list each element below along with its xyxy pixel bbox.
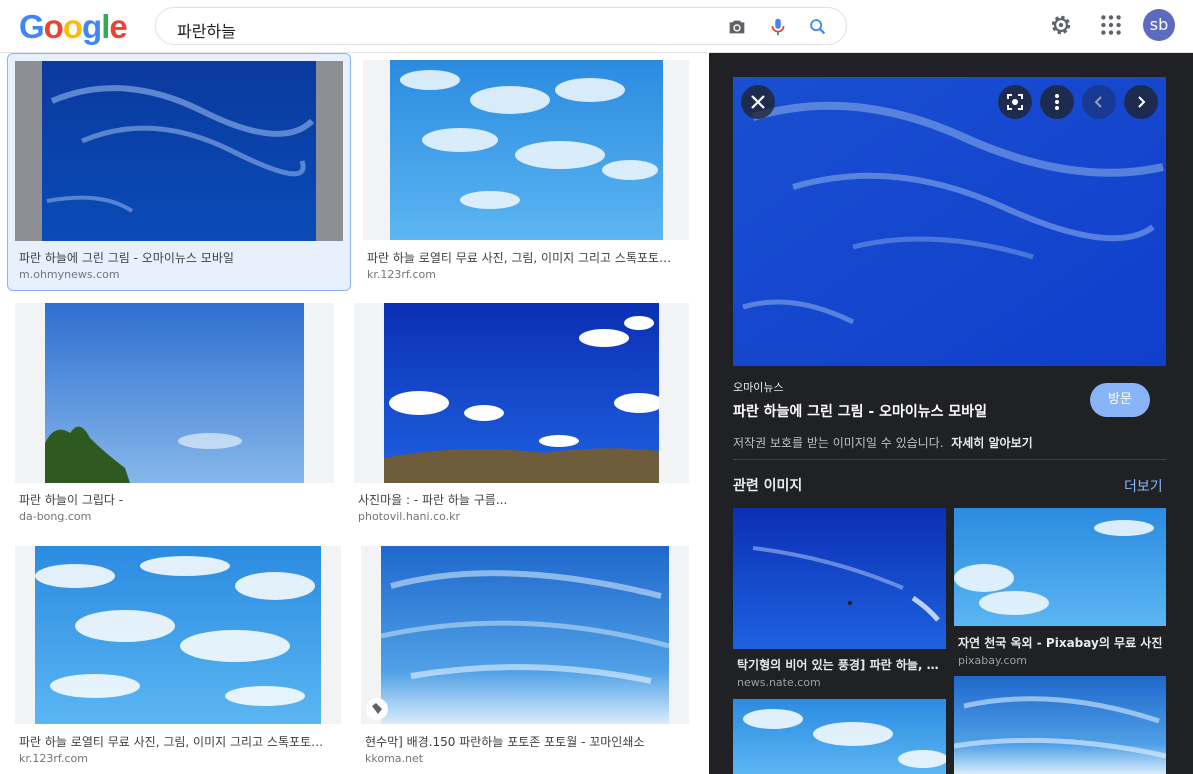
chevron-right-icon bbox=[1138, 96, 1146, 108]
divider bbox=[733, 459, 1166, 460]
related-image-4[interactable] bbox=[954, 676, 1166, 774]
search-icon[interactable] bbox=[807, 16, 829, 38]
lens-button[interactable] bbox=[998, 85, 1032, 119]
result-card-4[interactable]: 사진마을 : - 파란 하늘 구름... photovil.hani.co.kr bbox=[354, 303, 689, 525]
related-thumbnail[interactable] bbox=[954, 508, 1166, 626]
result-title[interactable]: 사진마을 : - 파란 하늘 구름... bbox=[358, 491, 688, 508]
related-thumbnail[interactable] bbox=[954, 676, 1166, 774]
result-source: kr.123rf.com bbox=[367, 268, 436, 281]
gear-icon[interactable] bbox=[1048, 12, 1074, 38]
sky-image bbox=[42, 61, 316, 241]
google-lens-icon bbox=[1007, 94, 1023, 110]
account-avatar[interactable]: sb bbox=[1143, 9, 1175, 41]
related-images-heading: 관련 이미지 bbox=[733, 478, 803, 494]
sky-image bbox=[381, 546, 669, 724]
sky-image bbox=[390, 60, 663, 240]
more-options-button[interactable] bbox=[1040, 85, 1074, 119]
preview-title[interactable]: 파란 하늘에 그린 그림 - 오마이뉴스 모바일 bbox=[733, 401, 987, 421]
search-box[interactable]: 파란하늘 bbox=[155, 7, 847, 45]
related-image-3[interactable] bbox=[733, 699, 946, 774]
result-card-1[interactable]: 파란 하늘에 그린 그림 - 오마이뉴스 모바일 m.ohmynews.com bbox=[7, 53, 351, 291]
result-thumbnail[interactable] bbox=[15, 61, 343, 241]
result-card-5[interactable]: 파란 하늘 로열티 무료 사진, 그림, 이미지 그리고 스톡포토그래피. Im… bbox=[15, 546, 341, 768]
sky-image bbox=[35, 546, 321, 724]
result-title[interactable]: 파란 하늘이 그립다 - bbox=[19, 491, 329, 508]
related-thumbnail[interactable] bbox=[733, 508, 946, 649]
related-image-2[interactable]: 자연 천국 옥외 - Pixabay의 무료 사진 pixabay.com bbox=[954, 508, 1166, 673]
result-title[interactable]: 파란 하늘 로열티 무료 사진, 그림, 이미지 그리고 스톡포토그래피. Im… bbox=[367, 249, 681, 266]
result-title[interactable]: 파란 하늘에 그린 그림 - 오마이뉴스 모바일 bbox=[19, 249, 343, 266]
related-title[interactable]: 탁기형의 비어 있는 풍경] 파란 하늘, 새 한 마리 bbox=[737, 656, 945, 673]
source-site-name[interactable]: 오마이뉴스 bbox=[733, 379, 784, 395]
close-icon bbox=[751, 95, 765, 109]
camera-icon[interactable] bbox=[726, 16, 748, 38]
result-thumbnail[interactable] bbox=[354, 303, 689, 483]
result-card-2[interactable]: 파란 하늘 로열티 무료 사진, 그림, 이미지 그리고 스톡포토그래피. Im… bbox=[363, 60, 689, 288]
result-title[interactable]: 파란 하늘 로열티 무료 사진, 그림, 이미지 그리고 스톡포토그래피. Im… bbox=[19, 733, 329, 750]
result-thumbnail[interactable] bbox=[15, 303, 334, 483]
related-image-1[interactable]: 탁기형의 비어 있는 풍경] 파란 하늘, 새 한 마리 news.nate.c… bbox=[733, 508, 946, 693]
apps-grid-icon[interactable] bbox=[1098, 12, 1124, 38]
result-source: photovil.hani.co.kr bbox=[358, 510, 461, 523]
copyright-notice: 저작권 보호를 받는 이미지일 수 있습니다. 자세히 알아보기 bbox=[733, 434, 1033, 451]
result-card-6[interactable]: 현수막] 배경.150 파란하늘 포토존 포토월 - 꼬마인쇄소 kkoma.n… bbox=[361, 546, 689, 768]
result-source: da-bong.com bbox=[19, 510, 92, 523]
tag-icon[interactable] bbox=[366, 698, 388, 720]
result-source: m.ohmynews.com bbox=[19, 268, 120, 281]
previous-button[interactable] bbox=[1082, 85, 1116, 119]
related-source: news.nate.com bbox=[737, 676, 821, 689]
copyright-text: 저작권 보호를 받는 이미지일 수 있습니다. bbox=[733, 436, 944, 450]
top-bar: Google 파란하늘 sb bbox=[0, 0, 1193, 53]
related-source: pixabay.com bbox=[958, 654, 1027, 667]
google-logo[interactable]: Google bbox=[19, 8, 128, 46]
learn-more-link[interactable]: 자세히 알아보기 bbox=[951, 436, 1032, 450]
result-thumbnail[interactable] bbox=[15, 546, 341, 724]
result-title[interactable]: 현수막] 배경.150 파란하늘 포토존 포토월 - 꼬마인쇄소 bbox=[365, 733, 685, 750]
related-title[interactable]: 자연 천국 옥외 - Pixabay의 무료 사진 bbox=[958, 634, 1164, 651]
next-button[interactable] bbox=[1124, 85, 1158, 119]
result-card-3[interactable]: 파란 하늘이 그립다 - da-bong.com bbox=[15, 303, 334, 525]
result-source: kr.123rf.com bbox=[19, 752, 88, 765]
sky-image bbox=[45, 303, 304, 483]
search-input[interactable]: 파란하늘 bbox=[177, 18, 236, 42]
chevron-left-icon bbox=[1094, 96, 1102, 108]
close-button[interactable] bbox=[741, 85, 775, 119]
related-thumbnail[interactable] bbox=[733, 699, 946, 774]
image-preview-panel: 오마이뉴스 파란 하늘에 그린 그림 - 오마이뉴스 모바일 방문 저작권 보호… bbox=[709, 53, 1193, 774]
sky-image bbox=[384, 303, 659, 483]
microphone-icon[interactable] bbox=[767, 16, 789, 38]
more-vert-icon bbox=[1055, 94, 1059, 110]
more-link[interactable]: 더보기 bbox=[1124, 476, 1163, 496]
preview-image[interactable] bbox=[733, 77, 1166, 366]
result-source: kkoma.net bbox=[365, 752, 424, 765]
result-thumbnail[interactable] bbox=[363, 60, 689, 240]
visit-button[interactable]: 방문 bbox=[1090, 383, 1150, 417]
result-thumbnail[interactable] bbox=[361, 546, 689, 724]
